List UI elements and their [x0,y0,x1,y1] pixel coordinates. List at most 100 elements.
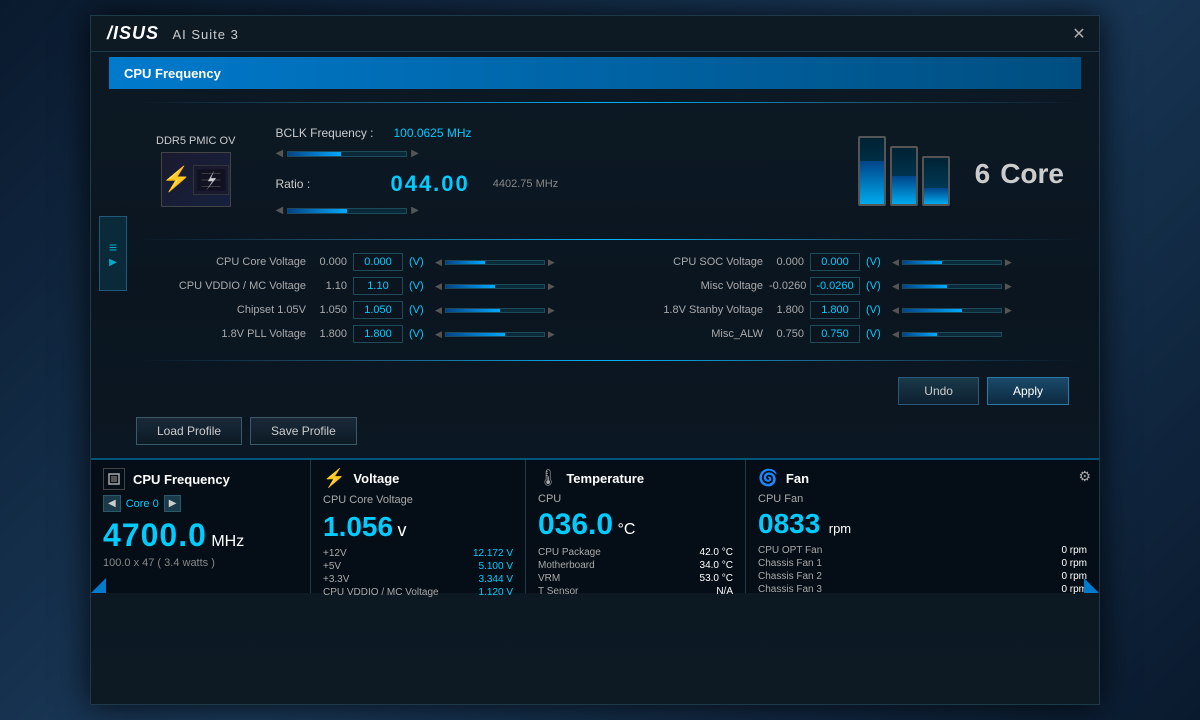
ratio-left-arrow[interactable]: ◀ [275,205,283,216]
v-input-r3[interactable] [810,301,860,319]
v-unit-3: (V) [409,304,429,316]
bclk-slider[interactable]: ◀ ▶ [275,148,418,159]
v-arr-l-1[interactable]: ◀ [435,257,442,268]
v-arr-l-r3[interactable]: ◀ [892,305,899,316]
v-arr-l-3[interactable]: ◀ [435,305,442,316]
status-voltage: ⚡ Voltage CPU Core Voltage 1.056 v +12V … [311,460,526,593]
v-fill-r1 [903,261,942,264]
v-label-r4: Misc_ALW [613,328,763,340]
corner-accent-left [91,578,106,593]
v-arr-l-2[interactable]: ◀ [435,281,442,292]
thermometer-icon: 🌡 [538,468,558,488]
f-item-4: Chassis Fan 3 0 rpm [758,584,1087,595]
v-arr-r-1[interactable]: ▶ [548,257,555,268]
voltages-left: CPU Core Voltage 0.000 (V) ◀ ▶ [156,253,607,343]
temp-unit: °C [618,521,636,538]
v-slider-2[interactable]: ◀ ▶ [435,281,555,292]
divider-mid [136,239,1084,240]
voltage-row-r1: CPU SOC Voltage 0.000 (V) ◀ ▶ [613,253,1064,271]
v-input-2[interactable] [353,277,403,295]
status-fan: ⚙ 🌀 Fan CPU Fan 0833 rpm CPU OPT Fan 0 r… [746,460,1099,593]
cpu-freq-unit: MHz [211,533,244,550]
v-unit-r4: (V) [866,328,886,340]
v-fill-2 [446,285,495,288]
close-button[interactable]: ✕ [1069,24,1089,44]
v-arr-r-r1[interactable]: ▶ [1005,257,1012,268]
settings-icon[interactable]: ⚙ [1078,468,1091,485]
temp-value: 036.0 [538,508,613,541]
v-arr-r-r3[interactable]: ▶ [1005,305,1012,316]
v-unit-r3: (V) [866,304,886,316]
battery-1 [858,136,886,206]
ratio-value: 044.00 [390,171,469,197]
v-slider-r1[interactable]: ◀ ▶ [892,257,1012,268]
v-label-2: CPU VDDIO / MC Voltage [156,280,306,292]
v-label-3: Chipset 1.05V [156,304,306,316]
core-count: 6 [975,158,991,189]
v-slider-r4[interactable]: ◀ [892,329,1002,340]
v-slider-3[interactable]: ◀ ▶ [435,305,555,316]
voltages-right: CPU SOC Voltage 0.000 (V) ◀ ▶ [613,253,1064,343]
voltage-display-label: CPU Core Voltage [323,494,513,506]
voltage-value-row: 1.056 v [323,511,513,543]
v-label-r3: 1.8V Stanby Voltage [613,304,763,316]
core-nav-left[interactable]: ◀ [103,495,121,512]
battery-group [858,136,950,206]
status-temperature: 🌡 Temperature CPU 036.0 °C CPU Package 4… [526,460,746,593]
v-arr-r-r2[interactable]: ▶ [1005,281,1012,292]
v-input-r1[interactable] [810,253,860,271]
bclk-right-arrow[interactable]: ▶ [411,148,419,159]
ratio-track [287,208,407,214]
core-label: Core [1000,158,1064,189]
voltage-section: CPU Core Voltage 0.000 (V) ◀ ▶ [136,248,1084,348]
v-arr-l-r2[interactable]: ◀ [892,281,899,292]
t-item-2: Motherboard 34.0 °C [538,560,733,571]
app-logo: /ISUS AI Suite 3 [101,23,239,44]
v-input-3[interactable] [353,301,403,319]
v-slider-1[interactable]: ◀ ▶ [435,257,555,268]
v-track-2 [445,284,545,289]
v-input-r2[interactable] [810,277,860,295]
voltage-row-4: 1.8V PLL Voltage 1.800 (V) ◀ ▶ [156,325,607,343]
apply-button[interactable]: Apply [987,377,1069,405]
v-input-1[interactable] [353,253,403,271]
cpu-freq-title: CPU Frequency [133,472,230,487]
v-fill-r3 [903,309,962,312]
v-item-2: +5V 5.100 V [323,561,513,572]
freq-section: DDR5 PMIC OV [136,111,1084,231]
v-arr-r-2[interactable]: ▶ [548,281,555,292]
cpu-freq-icon [103,468,125,490]
ratio-slider[interactable]: ◀ ▶ [275,205,418,216]
divider-bottom [136,360,1084,361]
sidebar-toggle[interactable]: ≡ ▶ [99,216,127,291]
v-arr-r-3[interactable]: ▶ [548,305,555,316]
v-fill-3 [446,309,500,312]
v-item-4: CPU VDDIO / MC Voltage 1.120 V [323,587,513,598]
t-item-1: CPU Package 42.0 °C [538,547,733,558]
v-input-4[interactable] [353,325,403,343]
cpu-core-nav[interactable]: ◀ Core 0 ▶ [103,495,298,512]
v-slider-r3[interactable]: ◀ ▶ [892,305,1012,316]
load-profile-button[interactable]: Load Profile [136,417,242,445]
fan-unit: rpm [829,521,851,536]
v-input-r4[interactable] [810,325,860,343]
ratio-fill [288,209,347,213]
v-arr-l-r1[interactable]: ◀ [892,257,899,268]
v-item-3: +3.3V 3.344 V [323,574,513,585]
ratio-right-arrow[interactable]: ▶ [411,205,419,216]
v-unit-1: (V) [409,256,429,268]
bclk-left-arrow[interactable]: ◀ [275,148,283,159]
v-slider-4[interactable]: ◀ ▶ [435,329,555,340]
v-slider-r2[interactable]: ◀ ▶ [892,281,1012,292]
save-profile-button[interactable]: Save Profile [250,417,357,445]
voltage-header: ⚡ Voltage [323,468,513,489]
titlebar: /ISUS AI Suite 3 ✕ [91,16,1099,52]
voltage-list: +12V 12.172 V +5V 5.100 V +3.3V 3.344 V … [323,548,513,598]
status-bar: CPU Frequency ◀ Core 0 ▶ 4700.0 MHz 100.… [91,458,1099,593]
undo-button[interactable]: Undo [898,377,979,405]
v-track-4 [445,332,545,337]
v-arr-l-4[interactable]: ◀ [435,329,442,340]
core-nav-right[interactable]: ▶ [164,495,182,512]
v-arr-l-r4[interactable]: ◀ [892,329,899,340]
v-arr-r-4[interactable]: ▶ [548,329,555,340]
